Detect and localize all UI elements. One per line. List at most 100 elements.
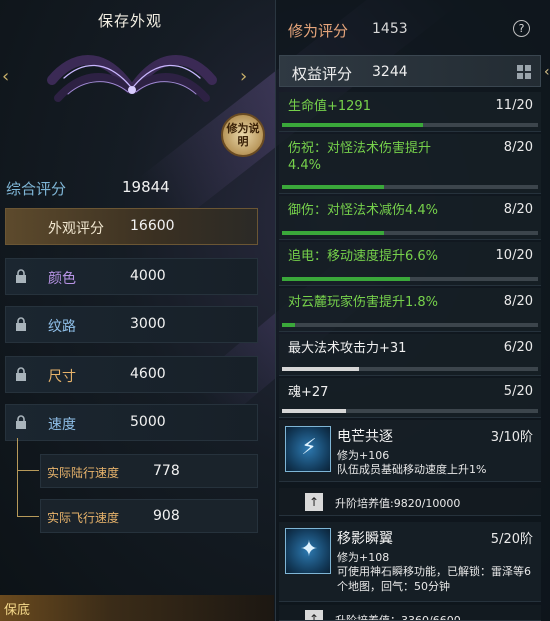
attribute-text: 御伤：对怪法术减伤4.4%: [288, 203, 439, 218]
fly-speed-label: 实际飞行速度: [47, 511, 120, 525]
attribute-text: 伤祝：对怪法术伤害提升4.4%: [288, 141, 432, 173]
next-arrow-icon[interactable]: ›: [240, 66, 247, 87]
lock-icon: [16, 317, 26, 331]
appearance-score-row: 外观评分 16600: [5, 208, 258, 245]
tree-line: [17, 470, 39, 471]
attribute-progress-fill: [282, 185, 385, 189]
appearance-score-label: 外观评分: [48, 221, 104, 237]
running-figure-icon: ⚡: [285, 426, 331, 472]
color-row[interactable]: 颜色 4000: [5, 258, 258, 295]
rights-score-label: 权益评分: [292, 65, 353, 83]
previous-arrow-icon[interactable]: ‹: [2, 66, 9, 87]
attribute-progress-fill: [282, 323, 295, 327]
attribute-count: 10/20: [495, 248, 533, 263]
attribute-progress-fill: [282, 409, 346, 413]
speed-label: 速度: [48, 417, 76, 433]
skill-description: 可使用神石瞬移功能，已解锁：雷泽等6个地图，回气：50分钟: [337, 565, 531, 593]
attribute-text: 对云麓玩家伤害提升1.8%: [288, 295, 439, 310]
fly-speed-row: 实际飞行速度 908: [40, 499, 258, 533]
pattern-label: 纹路: [48, 319, 76, 335]
attribute-count: 8/20: [503, 294, 533, 309]
skill-upgrade-row[interactable]: ↑ 升阶培养值：3360/6600: [279, 605, 541, 621]
appearance-panel: 保存外观 ‹ › 修为说明 综合评分 19844 外观评分 16600 颜色 4…: [0, 0, 274, 621]
bottom-strip: 保底: [0, 595, 274, 621]
attribute-progress-track: [282, 367, 538, 371]
attribute-progress-fill: [282, 231, 385, 235]
lock-icon: [16, 269, 26, 283]
total-score-label: 综合评分: [6, 180, 67, 198]
speed-row[interactable]: 速度 5000: [5, 404, 258, 441]
cultivation-score-title: 修为评分: [288, 22, 349, 40]
skill-name: 移影瞬翼: [337, 531, 393, 547]
speed-value: 5000: [130, 414, 166, 430]
rights-score-value: 3244: [372, 64, 408, 80]
skill-card[interactable]: ⚡ 电芒共逐 3/10阶 修为+106 队伍成员基础移动速度上升1%: [279, 420, 541, 482]
tree-line: [17, 516, 39, 517]
land-speed-row: 实际陆行速度 778: [40, 454, 258, 488]
skill-level: 3/10阶: [490, 430, 533, 445]
attribute-row: 对云麓玩家伤害提升1.8% 8/20: [279, 288, 541, 332]
attribute-count: 6/20: [503, 340, 533, 355]
attribute-progress-track: [282, 185, 538, 189]
size-label: 尺寸: [48, 369, 76, 385]
attribute-count: 5/20: [503, 384, 533, 399]
lock-icon: [16, 367, 26, 381]
upgrade-progress-text: 升阶培养值：3360/6600: [335, 614, 461, 621]
upgrade-arrow-icon[interactable]: ↑: [305, 610, 323, 620]
color-value: 4000: [130, 268, 166, 284]
skill-description: 队伍成员基础移动速度上升1%: [337, 463, 487, 476]
attribute-row: 追电：移动速度提升6.6% 10/20: [279, 242, 541, 286]
bottom-strip-text: 保底: [4, 603, 31, 618]
wings-preview: [47, 55, 217, 102]
color-label: 颜色: [48, 271, 76, 287]
attribute-progress-track: [282, 123, 538, 127]
attribute-progress-track: [282, 231, 538, 235]
teleport-figure-icon: ✦: [285, 528, 331, 574]
attribute-progress-track: [282, 323, 538, 327]
attribute-text: 魂+27: [288, 385, 329, 400]
appearance-score-value: 16600: [130, 218, 175, 234]
skill-name: 电芒共逐: [337, 429, 393, 445]
rights-score-bar: 权益评分 3244: [279, 55, 541, 87]
side-chevron-icon[interactable]: ‹: [544, 64, 550, 80]
cultivation-panel: 修为评分 1453 ? 权益评分 3244 ‹ 生命值+1291 11/20 伤…: [275, 0, 550, 621]
attribute-row: 生命值+1291 11/20: [279, 92, 541, 132]
skill-bonus: 修为+108: [337, 551, 390, 564]
attribute-row: 伤祝：对怪法术伤害提升4.4% 8/20: [279, 134, 541, 194]
attribute-progress-fill: [282, 123, 423, 127]
size-value: 4600: [130, 366, 166, 382]
attribute-row: 最大法术攻击力+31 6/20: [279, 334, 541, 376]
total-score-value: 19844: [122, 178, 170, 196]
skill-card[interactable]: ✦ 移影瞬翼 5/20阶 修为+108 可使用神石瞬移功能，已解锁：雷泽等6个地…: [279, 522, 541, 602]
attribute-row: 御伤：对怪法术减伤4.4% 8/20: [279, 196, 541, 240]
attribute-count: 8/20: [503, 140, 533, 155]
attribute-progress-track: [282, 277, 538, 281]
attribute-progress-track: [282, 409, 538, 413]
grid-view-icon[interactable]: [517, 65, 532, 80]
attribute-progress-fill: [282, 367, 359, 371]
skill-upgrade-row[interactable]: ↑ 升阶培养值:9820/10000: [279, 488, 541, 516]
pattern-value: 3000: [130, 316, 166, 332]
upgrade-progress-text: 升阶培养值:9820/10000: [335, 497, 461, 510]
game-window: 保存外观 ‹ › 修为说明 综合评分 19844 外观评分 16600 颜色 4…: [0, 0, 550, 621]
attribute-text: 追电：移动速度提升6.6%: [288, 249, 439, 264]
attribute-count: 11/20: [495, 98, 533, 113]
pattern-row[interactable]: 纹路 3000: [5, 306, 258, 343]
cultivation-score-value: 1453: [372, 21, 408, 37]
tree-line: [17, 438, 18, 516]
land-speed-label: 实际陆行速度: [47, 466, 120, 480]
fly-speed-value: 908: [153, 508, 180, 524]
skill-level: 5/20阶: [490, 532, 533, 547]
help-icon[interactable]: ?: [513, 20, 530, 37]
upgrade-arrow-icon[interactable]: ↑: [305, 493, 323, 511]
attribute-text: 生命值+1291: [288, 99, 371, 114]
size-row[interactable]: 尺寸 4600: [5, 356, 258, 393]
attribute-progress-fill: [282, 277, 410, 281]
lock-icon: [16, 415, 26, 429]
land-speed-value: 778: [153, 463, 180, 479]
skill-bonus: 修为+106: [337, 449, 390, 462]
attribute-row: 魂+27 5/20: [279, 378, 541, 418]
attribute-text: 最大法术攻击力+31: [288, 341, 407, 356]
cultivation-explanation-button[interactable]: 修为说明: [221, 113, 265, 157]
attribute-count: 8/20: [503, 202, 533, 217]
